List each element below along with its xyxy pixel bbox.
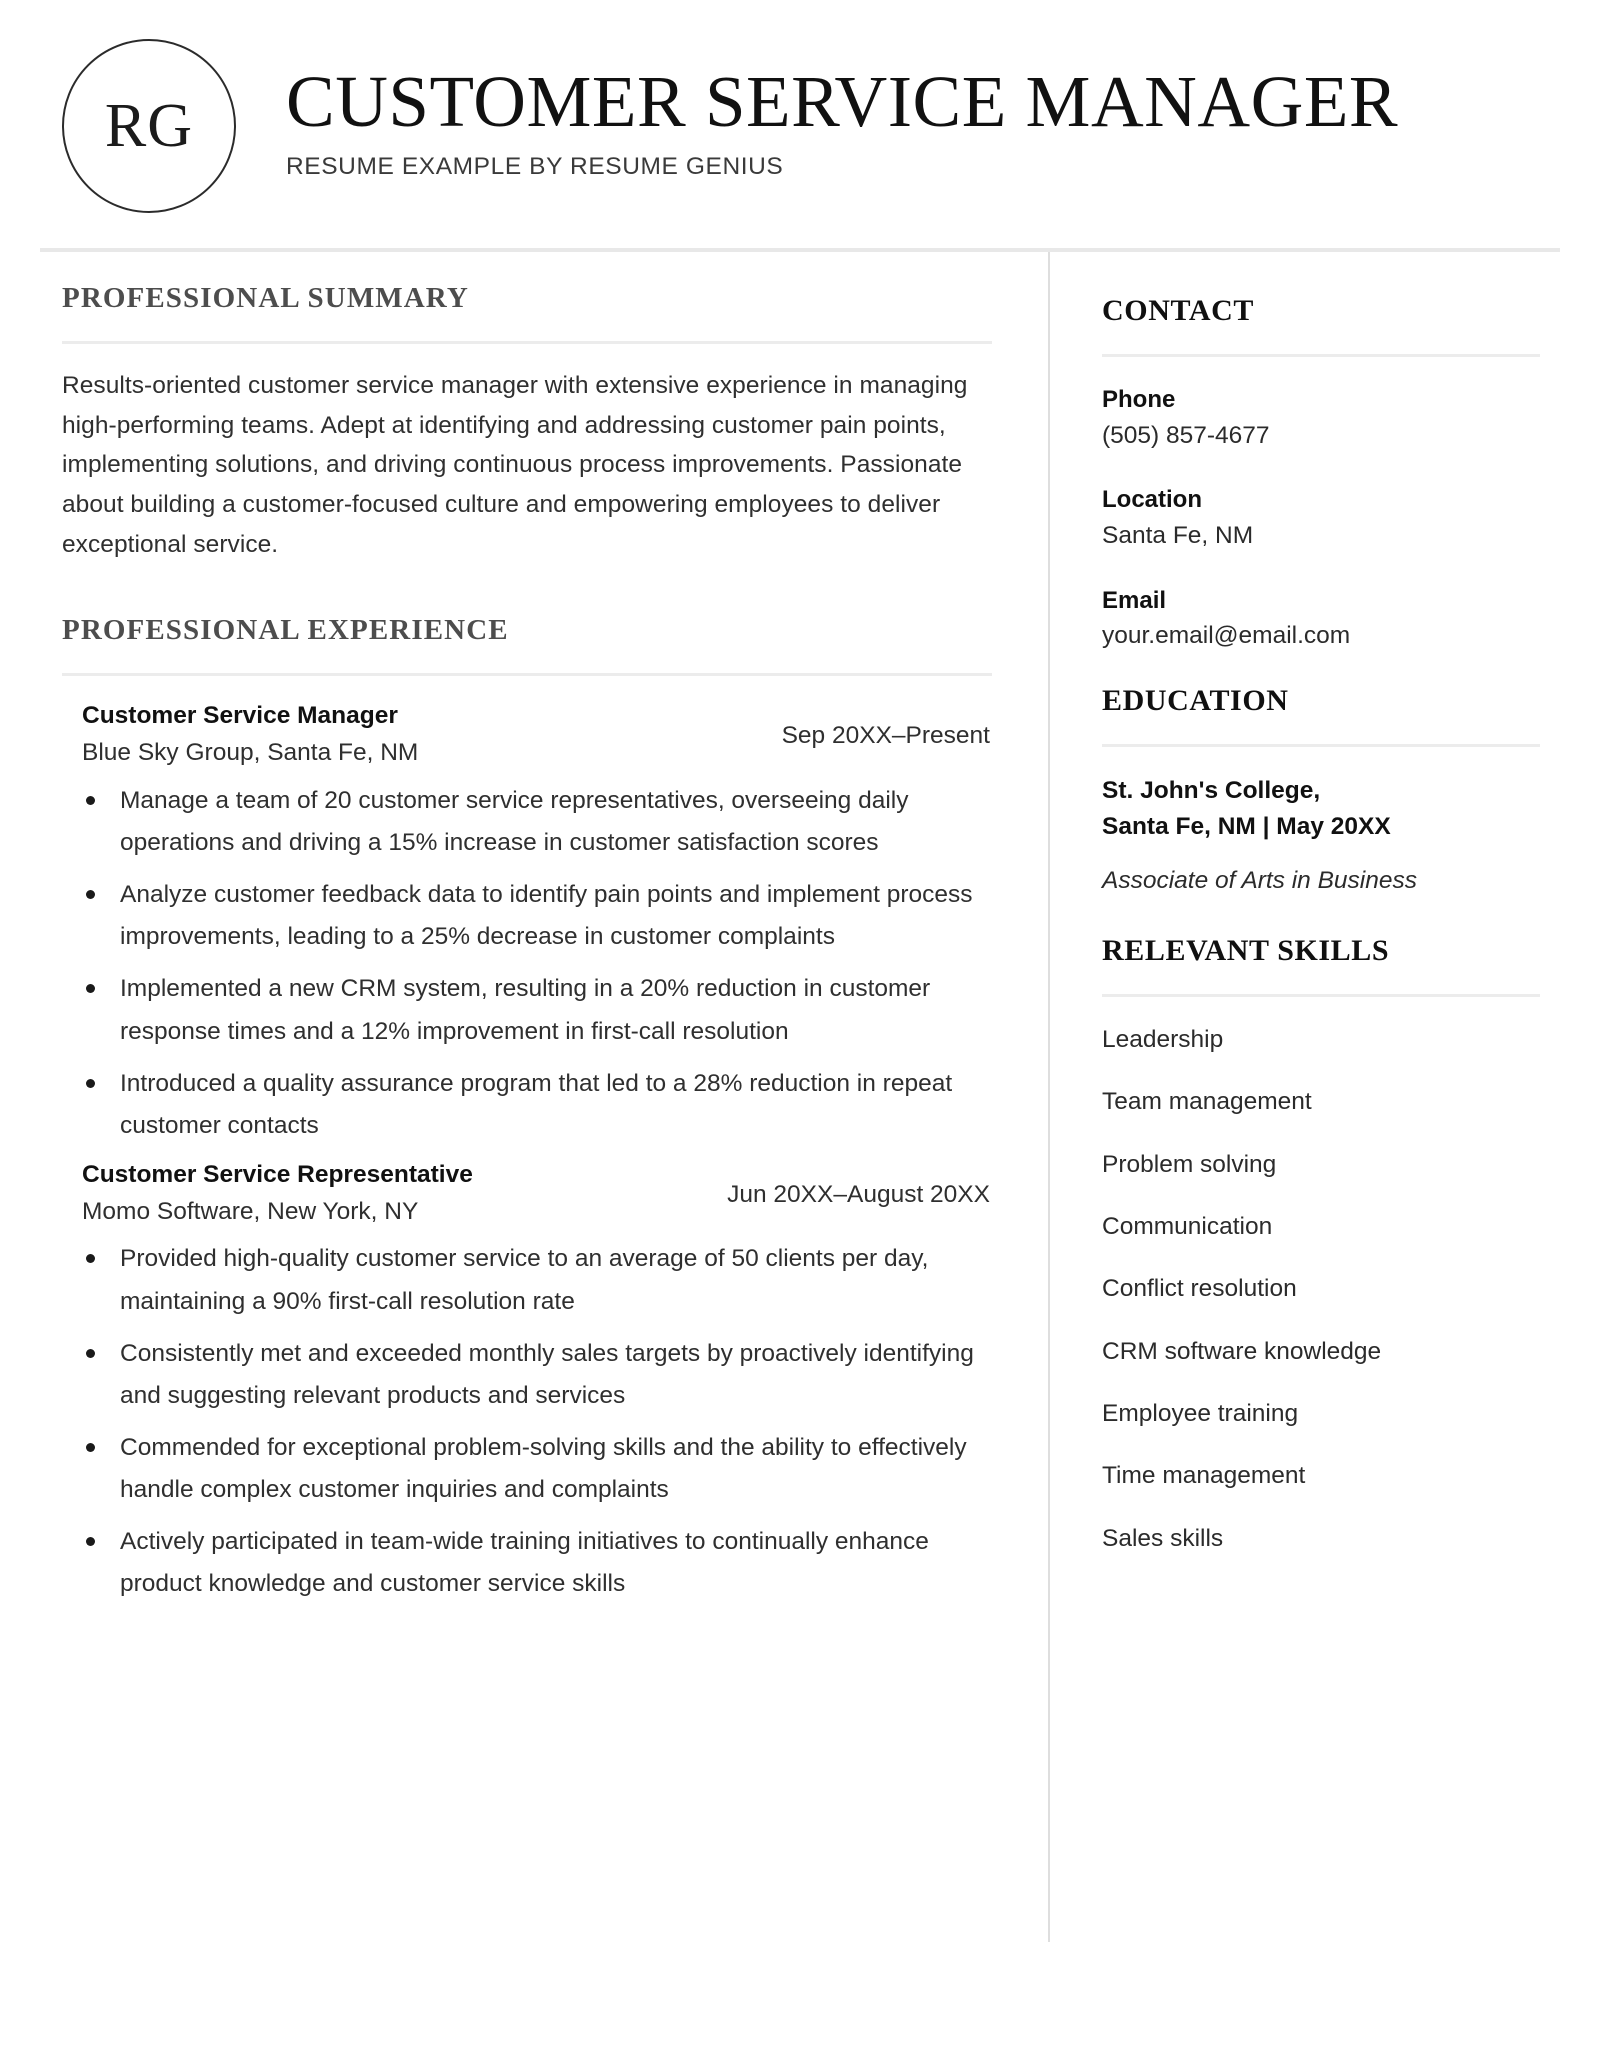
resume-body: PROFESSIONAL SUMMARY Results-oriented cu… bbox=[40, 252, 1560, 1942]
contact-item: Email your.email@email.com bbox=[1102, 584, 1540, 654]
section-heading-contact: CONTACT bbox=[1102, 294, 1254, 327]
skills-list: Leadership Team management Problem solving… bbox=[1102, 1023, 1540, 1556]
experience-list: Customer Service Manager Blue Sky Group, … bbox=[62, 698, 992, 1605]
job-bullet: Analyze customer feedback data to identi… bbox=[62, 874, 992, 958]
skill-item: Sales skills bbox=[1102, 1524, 1224, 1552]
skill-item: Communication bbox=[1102, 1213, 1273, 1241]
job-title: Customer Service Representative bbox=[82, 1160, 473, 1188]
section-heading-education: EDUCATION bbox=[1102, 683, 1289, 717]
contact-label: Phone bbox=[1102, 386, 1176, 413]
job-bullet: Introduced a quality assurance program t… bbox=[62, 1063, 992, 1147]
section-heading-summary: PROFESSIONAL SUMMARY bbox=[62, 282, 469, 314]
education-school-line-2: Santa Fe, NM | May 20XX bbox=[1102, 813, 1391, 841]
skill-item: Team management bbox=[1102, 1088, 1312, 1116]
contact-value[interactable]: (505) 857-4677 bbox=[1102, 418, 1540, 454]
contact-label: Location bbox=[1102, 486, 1202, 514]
job-dates: Jun 20XX–August 20XX bbox=[727, 1180, 990, 1208]
skill-item: Conflict resolution bbox=[1102, 1275, 1297, 1303]
job-organization: Blue Sky Group, Santa Fe, NM bbox=[82, 739, 419, 767]
job-bullet: Provided high-quality customer service t… bbox=[62, 1238, 992, 1322]
education-school-line-1: St. John's College, bbox=[1102, 776, 1321, 804]
logo-initials: RG bbox=[104, 92, 194, 160]
page-subtitle: RESUME EXAMPLE BY RESUME GENIUS bbox=[286, 153, 784, 181]
section-heading-skills: RELEVANT SKILLS bbox=[1102, 934, 1390, 968]
header-text-block: CUSTOMER SERVICE MANAGER RESUME EXAMPLE … bbox=[242, 60, 1560, 187]
contact-value[interactable]: your.email@email.com bbox=[1102, 618, 1540, 654]
professional-summary-text: Results-oriented customer service manage… bbox=[62, 372, 968, 558]
experience-rule bbox=[62, 673, 992, 677]
sidebar-column: CONTACT Phone (505) 857-4677 Location Santa… bbox=[1050, 252, 1560, 1942]
contact-rule bbox=[1102, 354, 1540, 357]
logo-container: RG bbox=[62, 39, 242, 213]
job-bullet: Implemented a new CRM system, resulting … bbox=[62, 968, 992, 1052]
experience-entry: Customer Service Manager Blue Sky Group, … bbox=[62, 698, 992, 1147]
contact-value[interactable]: Santa Fe, NM bbox=[1102, 518, 1540, 554]
job-bullet-list: Provided high-quality customer service t… bbox=[62, 1238, 992, 1605]
resume-page: RG CUSTOMER SERVICE MANAGER RESUME EXAMP… bbox=[0, 0, 1600, 2071]
summary-rule bbox=[62, 341, 992, 344]
experience-entry-header: Customer Service Manager Blue Sky Group, … bbox=[62, 698, 992, 772]
experience-entry-titles: Customer Service Manager Blue Sky Group, … bbox=[62, 698, 418, 772]
job-bullet: Actively participated in team-wide train… bbox=[62, 1521, 992, 1605]
contact-item: Location Santa Fe, NM bbox=[1102, 483, 1540, 553]
contact-label: Email bbox=[1102, 586, 1167, 614]
education-entry: St. John's College, Santa Fe, NM | May 2… bbox=[1102, 773, 1540, 900]
contact-list: Phone (505) 857-4677 Location Santa Fe, NM E… bbox=[1102, 383, 1540, 654]
education-rule bbox=[1102, 743, 1540, 747]
experience-entry-header: Customer Service Representative Momo Soft… bbox=[62, 1157, 992, 1231]
skill-item: Employee training bbox=[1102, 1399, 1299, 1427]
education-degree: Associate of Arts in Business bbox=[1102, 867, 1418, 895]
job-organization: Momo Software, New York, NY bbox=[82, 1197, 419, 1225]
job-bullet-list: Manage a team of 20 customer service rep… bbox=[62, 780, 992, 1147]
page-title: CUSTOMER SERVICE MANAGER bbox=[286, 60, 1399, 142]
experience-entry: Customer Service Representative Momo Soft… bbox=[62, 1157, 992, 1606]
job-dates: Sep 20XX–Present bbox=[781, 722, 990, 750]
skill-item: Problem solving bbox=[1102, 1150, 1277, 1178]
job-bullet: Consistently met and exceeded monthly sa… bbox=[62, 1333, 992, 1417]
section-heading-experience: PROFESSIONAL EXPERIENCE bbox=[62, 614, 509, 647]
job-bullet: Commended for exceptional problem-solvin… bbox=[62, 1427, 992, 1511]
resume-genius-logo-icon: RG bbox=[62, 39, 236, 213]
skill-item: CRM software knowledge bbox=[1102, 1337, 1382, 1365]
experience-entry-titles: Customer Service Representative Momo Soft… bbox=[62, 1157, 473, 1231]
job-bullet: Manage a team of 20 customer service rep… bbox=[62, 780, 992, 864]
contact-item: Phone (505) 857-4677 bbox=[1102, 383, 1540, 453]
skill-item: Leadership bbox=[1102, 1026, 1224, 1054]
skill-item: Time management bbox=[1102, 1462, 1306, 1490]
skills-rule bbox=[1102, 994, 1540, 998]
resume-header: RG CUSTOMER SERVICE MANAGER RESUME EXAMP… bbox=[40, 0, 1560, 213]
job-title: Customer Service Manager bbox=[82, 702, 398, 730]
main-column: PROFESSIONAL SUMMARY Results-oriented cu… bbox=[40, 252, 1048, 1942]
